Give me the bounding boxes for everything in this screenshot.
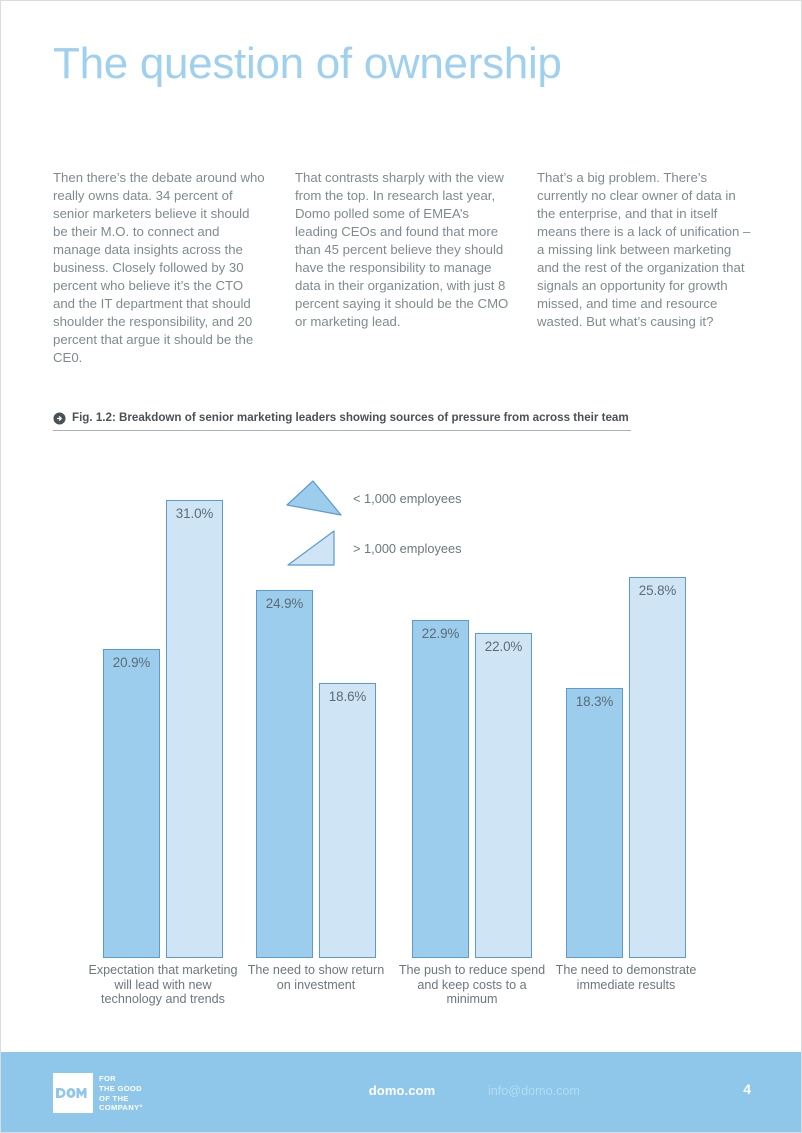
circle-arrow-right-icon	[53, 411, 66, 425]
bar-value-label: 22.9%	[421, 625, 460, 641]
category-label-2: The need to show return on investment	[247, 963, 385, 992]
footer-site-link[interactable]: domo.com	[1, 1083, 801, 1098]
bar-small-1: 20.9%	[103, 649, 160, 958]
bar-large-4: 25.8%	[629, 577, 686, 958]
bar-large-1: 31.0%	[166, 500, 223, 958]
body-column-1: Then there’s the debate around who reall…	[53, 170, 265, 366]
chart-legend: < 1,000 employees > 1,000 employees	[286, 479, 516, 579]
page-footer: FOR THE GOOD OF THE COMPANY° domo.com info@…	[1, 1052, 801, 1132]
bar-value-label: 31.0%	[175, 506, 214, 522]
legend-label-large: > 1,000 employees	[353, 541, 462, 556]
bar-small-4: 18.3%	[566, 687, 623, 958]
body-column-3: That’s a big problem. There’s currently …	[537, 170, 751, 330]
bar-value-label: 20.9%	[112, 655, 151, 671]
footer-page-number: 4	[743, 1081, 751, 1097]
document-page: The question of ownership Then there’s t…	[0, 0, 802, 1133]
bar-value-label: 22.0%	[484, 639, 523, 655]
bar-value-label: 25.8%	[638, 583, 677, 599]
body-column-2: That contrasts sharply with the view fro…	[295, 170, 509, 330]
figure-caption: Fig. 1.2: Breakdown of senior marketing …	[53, 411, 631, 431]
category-label-3: The push to reduce spend and keep costs …	[398, 963, 546, 1007]
footer-tagline-line: COMPANY°	[99, 1103, 143, 1113]
bar-value-label: 18.3%	[575, 693, 614, 709]
chart-category-labels: Expectation that marketing will lead wit…	[53, 963, 696, 1033]
footer-email-link[interactable]: info@domo.com	[488, 1084, 580, 1098]
page-title: The question of ownership	[53, 39, 562, 88]
category-label-4: The need to demonstrate immediate result…	[555, 963, 697, 992]
triangle-obtuse-icon	[286, 480, 342, 516]
bar-small-2: 24.9%	[256, 590, 313, 958]
bar-large-2: 18.6%	[319, 683, 376, 958]
body-columns: Then there’s the debate around who reall…	[53, 169, 753, 368]
bar-small-3: 22.9%	[412, 619, 469, 958]
triangle-right-icon	[287, 530, 335, 566]
legend-row-small: < 1,000 employees	[286, 479, 516, 529]
legend-label-small: < 1,000 employees	[353, 491, 462, 506]
bar-value-label: 18.6%	[328, 689, 367, 705]
bar-large-3: 22.0%	[475, 633, 532, 958]
category-label-1: Expectation that marketing will lead wit…	[88, 963, 238, 1007]
legend-row-large: > 1,000 employees	[286, 529, 516, 579]
bar-value-label: 24.9%	[265, 596, 304, 612]
figure-caption-text: Fig. 1.2: Breakdown of senior marketing …	[72, 411, 629, 424]
